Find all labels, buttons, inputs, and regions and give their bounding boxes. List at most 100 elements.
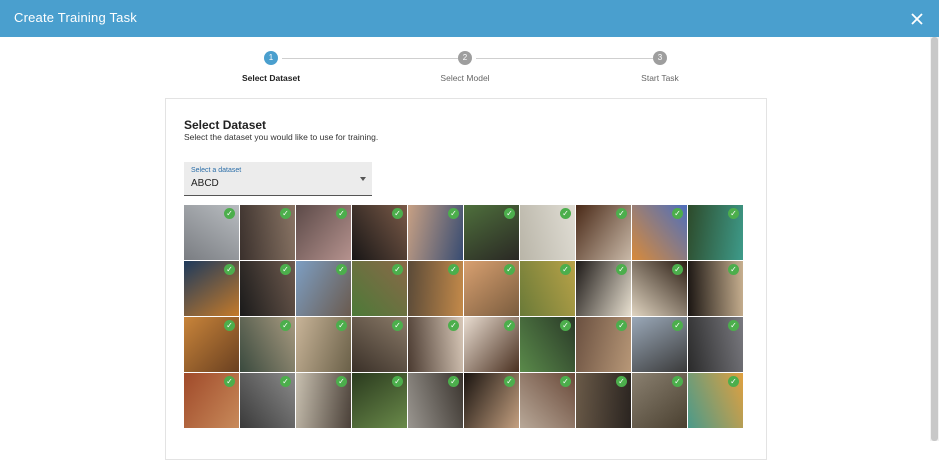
check-circle-icon: ✓	[280, 208, 291, 219]
image-tile[interactable]: ✓	[408, 317, 463, 372]
check-circle-icon: ✓	[504, 320, 515, 331]
image-tile[interactable]: ✓	[520, 205, 575, 260]
dataset-select-value: ABCD	[191, 178, 219, 189]
check-circle-icon: ✓	[672, 376, 683, 387]
image-tile[interactable]: ✓	[520, 261, 575, 316]
step-connector	[476, 58, 653, 59]
dataset-select-label: Select a dataset	[191, 167, 242, 174]
check-circle-icon: ✓	[224, 376, 235, 387]
image-tile[interactable]: ✓	[464, 261, 519, 316]
check-circle-icon: ✓	[616, 376, 627, 387]
step-2-circle: 2	[458, 51, 472, 65]
image-tile[interactable]: ✓	[352, 205, 407, 260]
image-grid: ✓ ✓ ✓ ✓ ✓ ✓ ✓ ✓ ✓ ✓ ✓ ✓ ✓ ✓ ✓ ✓ ✓ ✓ ✓ ✓ ✓ ✓ ✓ ✓ ✓ ✓ ✓ ✓ ✓ ✓ ✓ ✓ ✓ ✓ ✓ ✓ ✓ ✓ ✓ ✓	[184, 205, 748, 428]
image-tile[interactable]: ✓	[184, 317, 239, 372]
card-subtitle: Select the dataset you would like to use…	[184, 132, 379, 142]
image-tile[interactable]: ✓	[408, 205, 463, 260]
check-circle-icon: ✓	[448, 208, 459, 219]
check-circle-icon: ✓	[392, 208, 403, 219]
stepper: 1 2 3 Select Dataset Select Model Start …	[0, 48, 930, 88]
step-3-label: Start Task	[641, 73, 679, 83]
image-tile[interactable]: ✓	[240, 373, 295, 428]
check-circle-icon: ✓	[672, 264, 683, 275]
image-tile[interactable]: ✓	[296, 205, 351, 260]
check-circle-icon: ✓	[448, 376, 459, 387]
check-circle-icon: ✓	[280, 264, 291, 275]
step-connector	[282, 58, 458, 59]
image-tile[interactable]: ✓	[240, 261, 295, 316]
image-tile[interactable]: ✓	[576, 205, 631, 260]
check-circle-icon: ✓	[504, 208, 515, 219]
check-circle-icon: ✓	[616, 208, 627, 219]
image-tile[interactable]: ✓	[184, 205, 239, 260]
image-tile[interactable]: ✓	[296, 373, 351, 428]
check-circle-icon: ✓	[616, 320, 627, 331]
image-tile[interactable]: ✓	[688, 205, 743, 260]
step-2-label: Select Model	[440, 73, 490, 83]
image-tile[interactable]: ✓	[576, 317, 631, 372]
image-tile[interactable]: ✓	[632, 373, 687, 428]
check-circle-icon: ✓	[224, 320, 235, 331]
image-tile[interactable]: ✓	[688, 317, 743, 372]
image-tile[interactable]: ✓	[352, 317, 407, 372]
image-tile[interactable]: ✓	[632, 205, 687, 260]
image-tile[interactable]: ✓	[352, 373, 407, 428]
check-circle-icon: ✓	[728, 208, 739, 219]
check-circle-icon: ✓	[336, 376, 347, 387]
check-circle-icon: ✓	[280, 320, 291, 331]
image-tile[interactable]: ✓	[408, 373, 463, 428]
scrollbar-thumb[interactable]	[931, 37, 938, 441]
check-circle-icon: ✓	[392, 320, 403, 331]
check-circle-icon: ✓	[224, 264, 235, 275]
check-circle-icon: ✓	[560, 264, 571, 275]
check-circle-icon: ✓	[672, 208, 683, 219]
check-circle-icon: ✓	[336, 208, 347, 219]
image-tile[interactable]: ✓	[632, 317, 687, 372]
check-circle-icon: ✓	[560, 208, 571, 219]
check-circle-icon: ✓	[336, 264, 347, 275]
scrollbar[interactable]	[930, 37, 939, 441]
close-icon[interactable]	[908, 10, 926, 28]
image-tile[interactable]: ✓	[576, 373, 631, 428]
image-tile[interactable]: ✓	[296, 261, 351, 316]
image-tile[interactable]: ✓	[184, 261, 239, 316]
check-circle-icon: ✓	[336, 320, 347, 331]
check-circle-icon: ✓	[448, 264, 459, 275]
step-1-label: Select Dataset	[241, 73, 301, 83]
image-tile[interactable]: ✓	[464, 317, 519, 372]
check-circle-icon: ✓	[728, 376, 739, 387]
check-circle-icon: ✓	[504, 264, 515, 275]
image-tile[interactable]: ✓	[352, 261, 407, 316]
image-tile[interactable]: ✓	[520, 317, 575, 372]
step-3-circle: 3	[653, 51, 667, 65]
dialog-title: Create Training Task	[14, 10, 137, 25]
check-circle-icon: ✓	[280, 376, 291, 387]
check-circle-icon: ✓	[728, 264, 739, 275]
step-1-circle: 1	[264, 51, 278, 65]
image-tile[interactable]: ✓	[632, 261, 687, 316]
check-circle-icon: ✓	[560, 376, 571, 387]
card-title: Select Dataset	[184, 118, 267, 132]
chevron-down-icon	[360, 177, 366, 181]
image-tile[interactable]: ✓	[408, 261, 463, 316]
check-circle-icon: ✓	[728, 320, 739, 331]
image-tile[interactable]: ✓	[688, 373, 743, 428]
dataset-select[interactable]: Select a dataset ABCD	[184, 162, 372, 196]
image-tile[interactable]: ✓	[464, 373, 519, 428]
check-circle-icon: ✓	[504, 376, 515, 387]
check-circle-icon: ✓	[392, 376, 403, 387]
image-tile[interactable]: ✓	[688, 261, 743, 316]
image-tile[interactable]: ✓	[184, 373, 239, 428]
image-tile[interactable]: ✓	[296, 317, 351, 372]
image-tile[interactable]: ✓	[576, 261, 631, 316]
check-circle-icon: ✓	[224, 208, 235, 219]
image-tile[interactable]: ✓	[520, 373, 575, 428]
image-tile[interactable]: ✓	[240, 317, 295, 372]
image-tile[interactable]: ✓	[240, 205, 295, 260]
check-circle-icon: ✓	[448, 320, 459, 331]
check-circle-icon: ✓	[392, 264, 403, 275]
dialog-header: Create Training Task	[0, 0, 939, 37]
dataset-card: Select Dataset Select the dataset you wo…	[165, 98, 767, 460]
check-circle-icon: ✓	[560, 320, 571, 331]
image-tile[interactable]: ✓	[464, 205, 519, 260]
